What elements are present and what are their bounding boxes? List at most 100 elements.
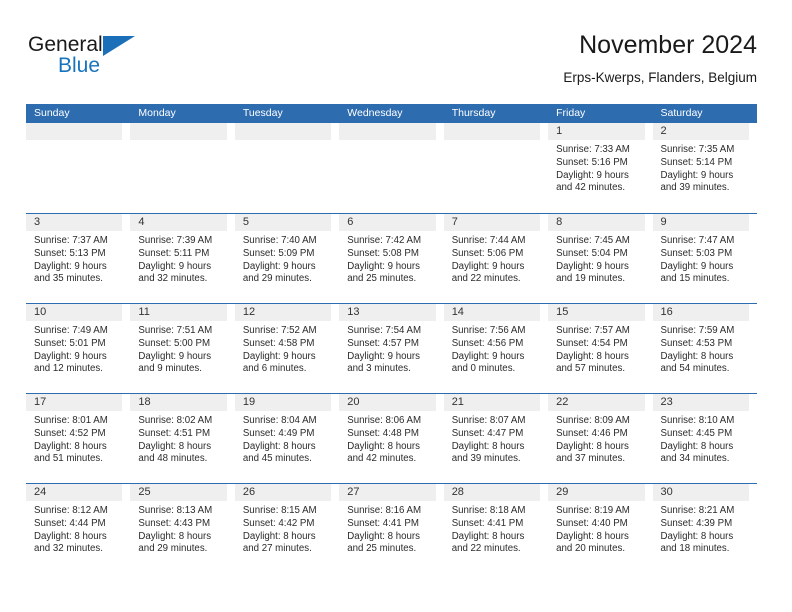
- sunrise-text: Sunrise: 7:47 AM: [660, 235, 735, 246]
- calendar-day-cell[interactable]: 16 Sunrise: 7:59 AM Sunset: 4:53 PM Dayligh…: [652, 304, 757, 393]
- daylight-text: Daylight: 8 hours: [556, 350, 629, 362]
- calendar-day-cell[interactable]: 28 Sunrise: 8:18 AM Sunset: 4:41 PM Dayligh…: [443, 484, 548, 573]
- calendar-day-cell[interactable]: 27 Sunrise: 8:16 AM Sunset: 4:41 PM Dayligh…: [339, 484, 443, 573]
- calendar-day-cell[interactable]: 4 Sunrise: 7:39 AM Sunset: 5:11 PM Daylight…: [130, 214, 234, 303]
- sunset-text: Sunset: 4:53 PM: [660, 337, 733, 349]
- sunrise-text: Sunrise: 8:18 AM: [451, 505, 526, 516]
- day-number: [339, 123, 436, 140]
- sunset-text: Sunset: 4:42 PM: [242, 517, 315, 529]
- calendar-day-cell[interactable]: 24 Sunrise: 8:12 AM Sunset: 4:44 PM Dayligh…: [26, 484, 130, 573]
- day-details: Sunrise: 8:01 AM Sunset: 4:52 PM Daylight:…: [26, 411, 126, 466]
- day-details: Sunrise: 7:40 AM Sunset: 5:09 PM Daylight:…: [235, 231, 335, 286]
- day-number: 21: [443, 394, 541, 411]
- calendar-day-cell[interactable]: 17 Sunrise: 8:01 AM Sunset: 4:52 PM Dayligh…: [26, 394, 130, 483]
- day-number: 10: [26, 304, 123, 321]
- day-details: [130, 140, 230, 144]
- sunset-text: Sunset: 4:45 PM: [660, 427, 733, 439]
- calendar-day-cell[interactable]: 19 Sunrise: 8:04 AM Sunset: 4:49 PM Dayligh…: [234, 394, 339, 483]
- day-number: 18: [130, 394, 227, 411]
- day-number: 6: [339, 214, 436, 231]
- sunset-text: Sunset: 4:41 PM: [347, 517, 419, 529]
- daylight-text: Daylight: 8 hours: [660, 440, 734, 452]
- calendar-page: General Blue November 2024 Erps-Kwerps, …: [0, 0, 792, 612]
- day-details: Sunrise: 8:18 AM Sunset: 4:41 PM Daylight:…: [444, 501, 544, 556]
- logo[interactable]: General Blue: [28, 33, 158, 81]
- day-number: [26, 123, 123, 140]
- daylight-text: Daylight: 9 hours: [451, 350, 525, 362]
- sunrise-text: Sunrise: 7:56 AM: [451, 325, 526, 336]
- calendar-week-row: 24 Sunrise: 8:12 AM Sunset: 4:44 PM Dayligh…: [26, 483, 757, 573]
- calendar-day-cell[interactable]: 13 Sunrise: 7:54 AM Sunset: 4:57 PM Dayligh…: [339, 304, 443, 393]
- calendar-day-cell[interactable]: 5 Sunrise: 7:40 AM Sunset: 5:09 PM Daylight…: [234, 214, 339, 303]
- daylight-text: and 9 minutes.: [138, 363, 202, 375]
- daylight-text: and 35 minutes.: [34, 273, 103, 285]
- day-details: Sunrise: 8:12 AM Sunset: 4:44 PM Daylight:…: [26, 501, 126, 556]
- sunset-text: Sunset: 4:47 PM: [451, 427, 524, 439]
- daylight-text: Daylight: 9 hours: [138, 260, 212, 272]
- daylight-text: Daylight: 8 hours: [451, 530, 525, 542]
- daylight-text: and 3 minutes.: [347, 363, 411, 375]
- sunset-text: Sunset: 4:41 PM: [451, 517, 524, 529]
- daylight-text: Daylight: 9 hours: [660, 260, 734, 272]
- day-details: Sunrise: 7:35 AM Sunset: 5:14 PM Daylight:…: [653, 140, 753, 195]
- day-number: 17: [26, 394, 123, 411]
- day-details: Sunrise: 8:15 AM Sunset: 4:42 PM Daylight:…: [235, 501, 335, 556]
- daylight-text: and 20 minutes.: [556, 543, 626, 555]
- day-details: [26, 140, 126, 144]
- daylight-text: Daylight: 9 hours: [347, 260, 420, 272]
- calendar-day-cell[interactable]: 14 Sunrise: 7:56 AM Sunset: 4:56 PM Dayligh…: [443, 304, 548, 393]
- calendar-week-row: 1 Sunrise: 7:33 AM Sunset: 5:16 PM Daylight…: [26, 123, 757, 213]
- calendar-week-row: 10 Sunrise: 7:49 AM Sunset: 5:01 PM Dayligh…: [26, 303, 757, 393]
- daylight-text: and 29 minutes.: [242, 273, 312, 285]
- day-details: Sunrise: 8:06 AM Sunset: 4:48 PM Daylight:…: [339, 411, 439, 466]
- calendar-day-cell[interactable]: 12 Sunrise: 7:52 AM Sunset: 4:58 PM Dayligh…: [234, 304, 339, 393]
- daylight-text: Daylight: 8 hours: [138, 440, 212, 452]
- day-of-week-thursday: Thursday: [451, 107, 496, 119]
- sunset-text: Sunset: 4:44 PM: [34, 517, 106, 529]
- calendar-weeks: 1 Sunrise: 7:33 AM Sunset: 5:16 PM Daylight…: [26, 123, 757, 573]
- day-number: 27: [339, 484, 436, 501]
- daylight-text: and 25 minutes.: [347, 273, 417, 285]
- calendar-day-cell[interactable]: 29 Sunrise: 8:19 AM Sunset: 4:40 PM Dayligh…: [548, 484, 652, 573]
- calendar-day-cell[interactable]: 30 Sunrise: 8:21 AM Sunset: 4:39 PM Dayligh…: [652, 484, 757, 573]
- calendar-day-cell[interactable]: 26 Sunrise: 8:15 AM Sunset: 4:42 PM Dayligh…: [234, 484, 339, 573]
- day-number: 9: [652, 214, 749, 231]
- calendar-day-cell[interactable]: 10 Sunrise: 7:49 AM Sunset: 5:01 PM Dayligh…: [26, 304, 130, 393]
- day-number: 25: [130, 484, 227, 501]
- calendar-day-cell[interactable]: 6 Sunrise: 7:42 AM Sunset: 5:08 PM Daylight…: [339, 214, 443, 303]
- day-details: Sunrise: 7:52 AM Sunset: 4:58 PM Daylight:…: [235, 321, 335, 376]
- calendar-day-cell[interactable]: 21 Sunrise: 8:07 AM Sunset: 4:47 PM Dayligh…: [443, 394, 548, 483]
- page-header: General Blue November 2024 Erps-Kwerps, …: [0, 0, 792, 100]
- calendar-day-cell-empty: [26, 123, 130, 213]
- day-details: Sunrise: 7:49 AM Sunset: 5:01 PM Daylight:…: [26, 321, 126, 376]
- sunset-text: Sunset: 4:39 PM: [660, 517, 733, 529]
- calendar-day-cell[interactable]: 15 Sunrise: 7:57 AM Sunset: 4:54 PM Dayligh…: [548, 304, 652, 393]
- sunrise-text: Sunrise: 7:40 AM: [242, 235, 317, 246]
- sunset-text: Sunset: 4:57 PM: [347, 337, 419, 349]
- day-number: 1: [548, 123, 645, 140]
- sunrise-text: Sunrise: 7:57 AM: [556, 325, 630, 336]
- calendar-day-cell[interactable]: 9 Sunrise: 7:47 AM Sunset: 5:03 PM Daylight…: [652, 214, 757, 303]
- calendar-day-cell[interactable]: 8 Sunrise: 7:45 AM Sunset: 5:04 PM Daylight…: [548, 214, 652, 303]
- daylight-text: Daylight: 9 hours: [347, 350, 420, 362]
- sunrise-text: Sunrise: 8:19 AM: [556, 505, 630, 516]
- calendar-day-cell[interactable]: 18 Sunrise: 8:02 AM Sunset: 4:51 PM Dayligh…: [130, 394, 234, 483]
- calendar-day-cell[interactable]: 2 Sunrise: 7:35 AM Sunset: 5:14 PM Daylight…: [652, 123, 757, 213]
- day-number: 5: [234, 214, 332, 231]
- sunset-text: Sunset: 5:13 PM: [34, 247, 106, 259]
- calendar-day-cell[interactable]: 7 Sunrise: 7:44 AM Sunset: 5:06 PM Daylight…: [443, 214, 548, 303]
- day-details: Sunrise: 8:21 AM Sunset: 4:39 PM Daylight:…: [653, 501, 753, 556]
- day-details: Sunrise: 8:07 AM Sunset: 4:47 PM Daylight:…: [444, 411, 544, 466]
- calendar-day-cell[interactable]: 20 Sunrise: 8:06 AM Sunset: 4:48 PM Dayligh…: [339, 394, 443, 483]
- calendar-day-cell[interactable]: 25 Sunrise: 8:13 AM Sunset: 4:43 PM Dayligh…: [130, 484, 234, 573]
- calendar-day-cell[interactable]: 1 Sunrise: 7:33 AM Sunset: 5:16 PM Daylight…: [548, 123, 652, 213]
- calendar-day-cell[interactable]: 23 Sunrise: 8:10 AM Sunset: 4:45 PM Dayligh…: [652, 394, 757, 483]
- calendar-day-cell[interactable]: 3 Sunrise: 7:37 AM Sunset: 5:13 PM Daylight…: [26, 214, 130, 303]
- calendar-day-cell[interactable]: 11 Sunrise: 7:51 AM Sunset: 5:00 PM Dayligh…: [130, 304, 234, 393]
- sunset-text: Sunset: 4:51 PM: [138, 427, 211, 439]
- sunset-text: Sunset: 4:46 PM: [556, 427, 628, 439]
- daylight-text: and 15 minutes.: [660, 273, 730, 285]
- calendar-day-cell[interactable]: 22 Sunrise: 8:09 AM Sunset: 4:46 PM Dayligh…: [548, 394, 652, 483]
- day-details: Sunrise: 8:16 AM Sunset: 4:41 PM Daylight:…: [339, 501, 439, 556]
- day-number: 4: [130, 214, 227, 231]
